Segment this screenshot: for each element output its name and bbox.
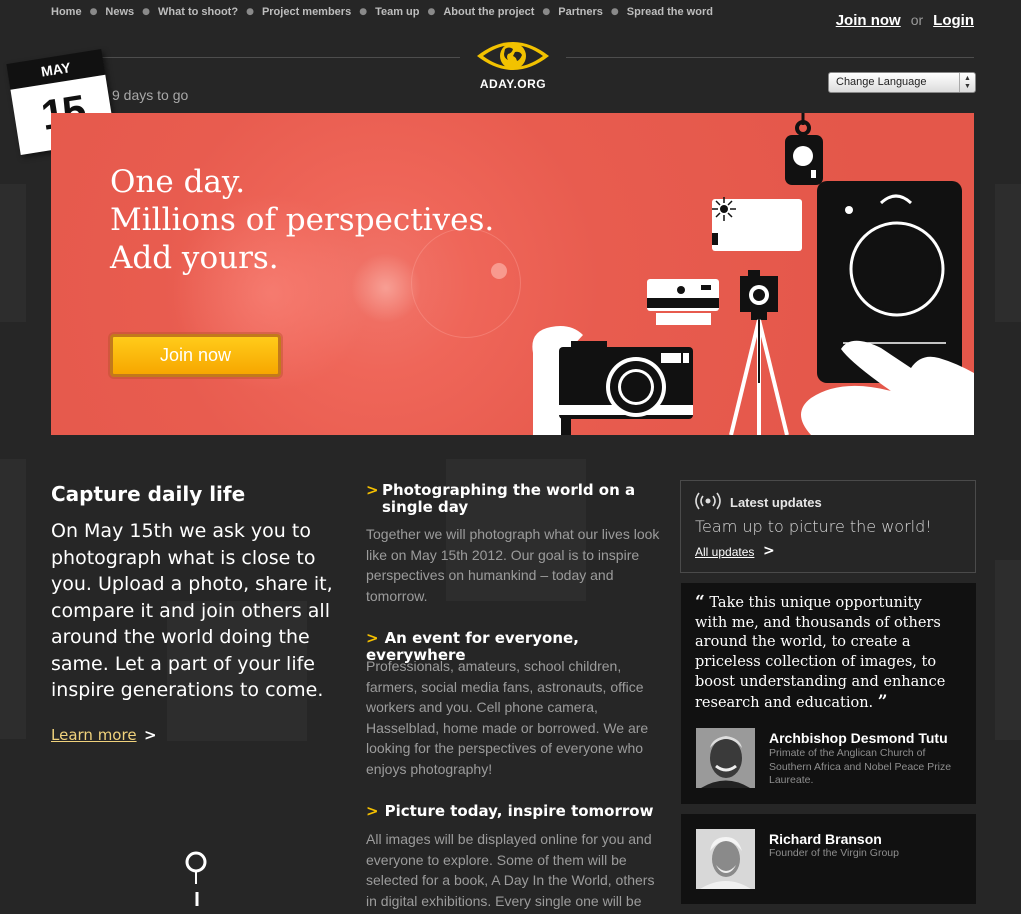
nav-separator: ● [142, 7, 151, 17]
person-role: Primate of the Anglican Church of Southe… [769, 747, 952, 786]
background-tile [0, 184, 26, 322]
section-text: All images will be displayed online for … [366, 831, 655, 909]
nav-item-home[interactable]: Home [51, 6, 82, 18]
language-select[interactable]: Change Language ▲ ▼ [828, 72, 976, 93]
nav-item-partners[interactable]: Partners [558, 6, 603, 18]
background-tile [995, 560, 1021, 740]
person-name: Richard Branson [769, 831, 882, 847]
background-tile [0, 459, 26, 739]
section-arrow-icon: > [366, 802, 379, 820]
broadcast-icon [695, 492, 721, 513]
learn-more-arrow-icon: > [144, 726, 157, 744]
nav-item-project-members[interactable]: Project members [262, 6, 351, 18]
section-arrow-icon: > [366, 629, 379, 647]
quote-close-icon: ” [877, 691, 888, 712]
all-updates-link[interactable]: All updates [695, 545, 754, 559]
section-title: Photographing the world on a single day [382, 481, 636, 516]
quote-box: “ Take this unique opportunity with me, … [681, 583, 976, 804]
latest-updates-box: Latest updates Team up to picture the wo… [680, 480, 976, 573]
language-select-value: Change Language [836, 76, 927, 88]
cameras-illustration [532, 113, 974, 435]
nav-item-spread-the-word[interactable]: Spread the word [627, 6, 713, 18]
login-link[interactable]: Login [933, 12, 974, 29]
nav-separator: ● [542, 7, 551, 17]
hero-banner: One day. Millions of perspectives. Add y… [51, 113, 974, 435]
capture-text: On May 15th we ask you to photograph wha… [51, 520, 333, 701]
map-pin-icon [185, 851, 207, 906]
avatar [696, 829, 755, 889]
logo-text: ADAY.ORG [479, 77, 547, 91]
nav-item-about[interactable]: About the project [443, 6, 534, 18]
section-heading: > Picture today, inspire tomorrow [366, 803, 676, 820]
join-now-link[interactable]: Join now [836, 12, 901, 29]
nav-item-what-to-shoot[interactable]: What to shoot? [158, 6, 238, 18]
section-text: Together we will photograph what our liv… [366, 526, 660, 604]
top-navigation: Home ● News ● What to shoot? ● Project m… [51, 6, 713, 18]
person-role: Founder of the Virgin Group [769, 847, 899, 859]
nav-separator: ● [427, 7, 436, 17]
section-title: Picture today, inspire tomorrow [384, 802, 654, 820]
or-text: or [910, 12, 924, 28]
nav-item-team-up[interactable]: Team up [375, 6, 419, 18]
quote-open-icon: “ [695, 592, 705, 612]
countdown-text: 9 days to go [112, 87, 189, 103]
eye-globe-icon [477, 42, 549, 70]
logo[interactable]: ADAY.ORG [460, 34, 566, 104]
capture-title: Capture daily life [51, 482, 246, 506]
section-text: Professionals, amateurs, school children… [366, 658, 649, 777]
person-card: Richard Branson Founder of the Virgin Gr… [681, 814, 976, 904]
nav-separator: ● [610, 7, 619, 17]
section-arrow-icon: > [366, 481, 379, 499]
nav-separator: ● [89, 7, 98, 17]
updates-header: Latest updates [695, 492, 822, 513]
avatar [696, 728, 755, 788]
updates-headline[interactable]: Team up to picture the world! [695, 517, 932, 536]
auth-links: Join now or Login [836, 12, 974, 29]
updates-heading: Latest updates [730, 495, 822, 510]
learn-more-link[interactable]: Learn more [51, 726, 137, 744]
all-updates-arrow-icon: > [763, 543, 775, 559]
nav-separator: ● [246, 7, 254, 17]
nav-item-news[interactable]: News [105, 6, 134, 18]
nav-separator: ● [359, 7, 368, 17]
quote-text: “ Take this unique opportunity with me, … [695, 592, 950, 713]
section-heading: > Photographing the world on a single da… [366, 482, 636, 516]
select-arrows-icon: ▲ ▼ [959, 73, 975, 92]
background-tile [995, 184, 1021, 322]
quote-body: Take this unique opportunity with me, an… [695, 595, 946, 711]
person-name: Archbishop Desmond Tutu [769, 730, 948, 746]
